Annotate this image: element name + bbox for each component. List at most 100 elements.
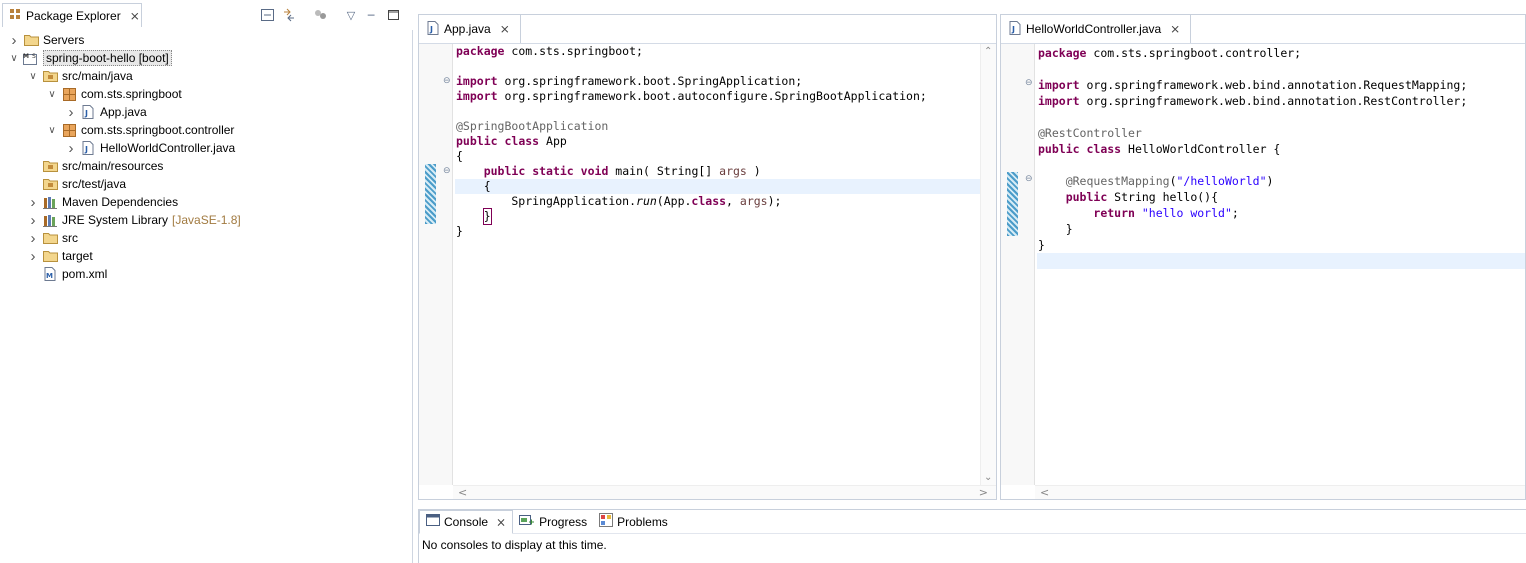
collapse-all-icon[interactable]	[260, 8, 274, 22]
horizontal-scrollbar[interactable]: <	[1035, 485, 1525, 499]
close-icon[interactable]: ⨯	[1170, 22, 1180, 36]
code-area[interactable]: ⊖ ⊖ package com.sts.springboot.controlle…	[1001, 43, 1525, 499]
svg-text:J: J	[84, 145, 88, 154]
code-line[interactable]: import org.springframework.boot.autoconf…	[455, 89, 996, 104]
chevron-right-icon[interactable]: ›	[27, 230, 39, 247]
code-line[interactable]: }	[455, 224, 996, 239]
tree-item-label: JRE System Library	[62, 213, 169, 227]
chevron-down-icon[interactable]: ∨	[27, 71, 39, 82]
close-icon[interactable]: ⨯	[130, 9, 140, 23]
tree-item[interactable]: src/main/resources	[0, 157, 413, 175]
java-file-icon: J	[427, 20, 439, 38]
code-line[interactable]: }	[1037, 237, 1525, 253]
code-line[interactable]: public String hello(){	[1037, 189, 1525, 205]
code-line[interactable]	[455, 104, 996, 119]
tab-helloworldcontroller-java[interactable]: J HelloWorldController.java ⨯	[1001, 15, 1192, 43]
library-icon	[42, 213, 58, 227]
svg-text:J: J	[84, 109, 88, 118]
code-area[interactable]: ⊖ ⊖ package com.sts.springboot; import or…	[419, 43, 996, 499]
tab-app-java[interactable]: J App.java ⨯	[419, 15, 521, 43]
tab-package-explorer[interactable]: Package Explorer ⨯	[2, 3, 142, 27]
tree-item[interactable]: › Maven Dependencies	[0, 193, 413, 211]
filter-icon[interactable]	[313, 8, 327, 22]
code-line[interactable]: import org.springframework.web.bind.anno…	[1037, 93, 1525, 109]
close-icon[interactable]: ⨯	[500, 22, 510, 36]
code-line[interactable]: import org.springframework.boot.SpringAp…	[455, 74, 996, 89]
tree-item[interactable]: src/test/java	[0, 175, 413, 193]
tree-item[interactable]: › J App.java	[0, 103, 413, 121]
code-line[interactable]: package com.sts.springboot.controller;	[1037, 45, 1525, 61]
tree-item[interactable]: › target	[0, 247, 413, 265]
source-folder-icon	[42, 69, 58, 83]
tab-problems[interactable]: Problems	[593, 510, 674, 534]
tree-item[interactable]: ∨ src/main/java	[0, 67, 413, 85]
code-line[interactable]: import org.springframework.web.bind.anno…	[1037, 77, 1525, 93]
tree-item[interactable]: › src	[0, 229, 413, 247]
code-line[interactable]: }	[1037, 221, 1525, 237]
code-line[interactable]: @RequestMapping("/helloWorld")	[1037, 173, 1525, 189]
console-icon	[426, 514, 440, 529]
code-line[interactable]: public class HelloWorldController {	[1037, 141, 1525, 157]
tree-item-decoration: [JavaSE-1.8]	[172, 213, 241, 227]
tree-item-label: com.sts.springboot	[81, 87, 182, 101]
tree-item[interactable]: Mpom.xml	[0, 265, 413, 283]
tree-item-label: pom.xml	[62, 267, 108, 281]
library-icon	[42, 195, 58, 209]
chevron-right-icon[interactable]: ›	[27, 248, 39, 265]
tree-item-label: Servers	[43, 33, 85, 47]
code-line[interactable]: }	[455, 208, 996, 225]
tab-console[interactable]: Console ⨯	[419, 509, 514, 534]
code-line[interactable]: @SpringBootApplication	[455, 119, 996, 134]
folder-icon	[42, 249, 58, 263]
code-line[interactable]: public static void main( String[] args )	[455, 164, 996, 179]
fold-icon[interactable]: ⊖	[1025, 174, 1033, 184]
code-line[interactable]: package com.sts.springboot;	[455, 44, 996, 59]
chevron-down-icon[interactable]: ∨	[46, 89, 58, 100]
package-icon	[61, 87, 77, 101]
change-marker	[1007, 172, 1018, 236]
code-line[interactable]: return "hello world";	[1037, 205, 1525, 221]
chevron-right-icon[interactable]: ›	[8, 32, 20, 49]
editor-tab-label: HelloWorldController.java	[1026, 22, 1162, 36]
svg-text:M: M	[23, 53, 29, 60]
fold-icon[interactable]: ⊖	[1025, 78, 1033, 88]
tab-label: Console	[444, 514, 489, 529]
tab-progress[interactable]: Progress	[513, 510, 593, 534]
minimize-icon[interactable]: ─	[364, 8, 378, 22]
vertical-scrollbar[interactable]: ⌃ ⌄	[980, 44, 996, 485]
tree-item[interactable]: ∨ M Sspring-boot-hello [boot]	[0, 49, 413, 67]
code-line[interactable]: SpringApplication.run(App.class, args);	[455, 194, 996, 209]
maximize-icon[interactable]	[386, 8, 400, 22]
code-line[interactable]	[1037, 157, 1525, 173]
horizontal-scrollbar[interactable]: < >	[453, 485, 996, 499]
chevron-down-icon[interactable]: ∨	[8, 53, 20, 64]
code-line[interactable]: {	[455, 149, 996, 164]
maven-project-icon: MS	[23, 51, 39, 65]
current-line-highlight[interactable]	[1037, 253, 1525, 269]
link-with-editor-icon[interactable]	[282, 8, 296, 22]
tree-item-label: HelloWorldController.java	[100, 141, 236, 155]
tree-item[interactable]: › Servers	[0, 31, 413, 49]
code-line[interactable]: {	[455, 179, 996, 194]
chevron-right-icon[interactable]: ›	[65, 104, 77, 121]
tree-item[interactable]: › J HelloWorldController.java	[0, 139, 413, 157]
folder-icon	[23, 33, 39, 47]
source-folder-icon	[42, 177, 58, 191]
view-menu-icon[interactable]: ▽	[344, 8, 358, 22]
tree-item[interactable]: ∨ com.sts.springboot.controller	[0, 121, 413, 139]
code-line[interactable]: @RestController	[1037, 125, 1525, 141]
code-line[interactable]	[455, 59, 996, 74]
close-icon[interactable]: ⨯	[496, 515, 506, 529]
package-explorer-title: Package Explorer	[26, 8, 121, 23]
code-line[interactable]	[1037, 109, 1525, 125]
code-line[interactable]: public class App	[455, 134, 996, 149]
tree-item[interactable]: › JRE System Library [JavaSE-1.8]	[0, 211, 413, 229]
fold-icon[interactable]: ⊖	[443, 166, 451, 176]
chevron-right-icon[interactable]: ›	[27, 212, 39, 229]
chevron-right-icon[interactable]: ›	[27, 194, 39, 211]
fold-icon[interactable]: ⊖	[443, 76, 451, 86]
chevron-down-icon[interactable]: ∨	[46, 125, 58, 136]
tree-item[interactable]: ∨ com.sts.springboot	[0, 85, 413, 103]
chevron-right-icon[interactable]: ›	[65, 140, 77, 157]
code-line[interactable]	[1037, 61, 1525, 77]
